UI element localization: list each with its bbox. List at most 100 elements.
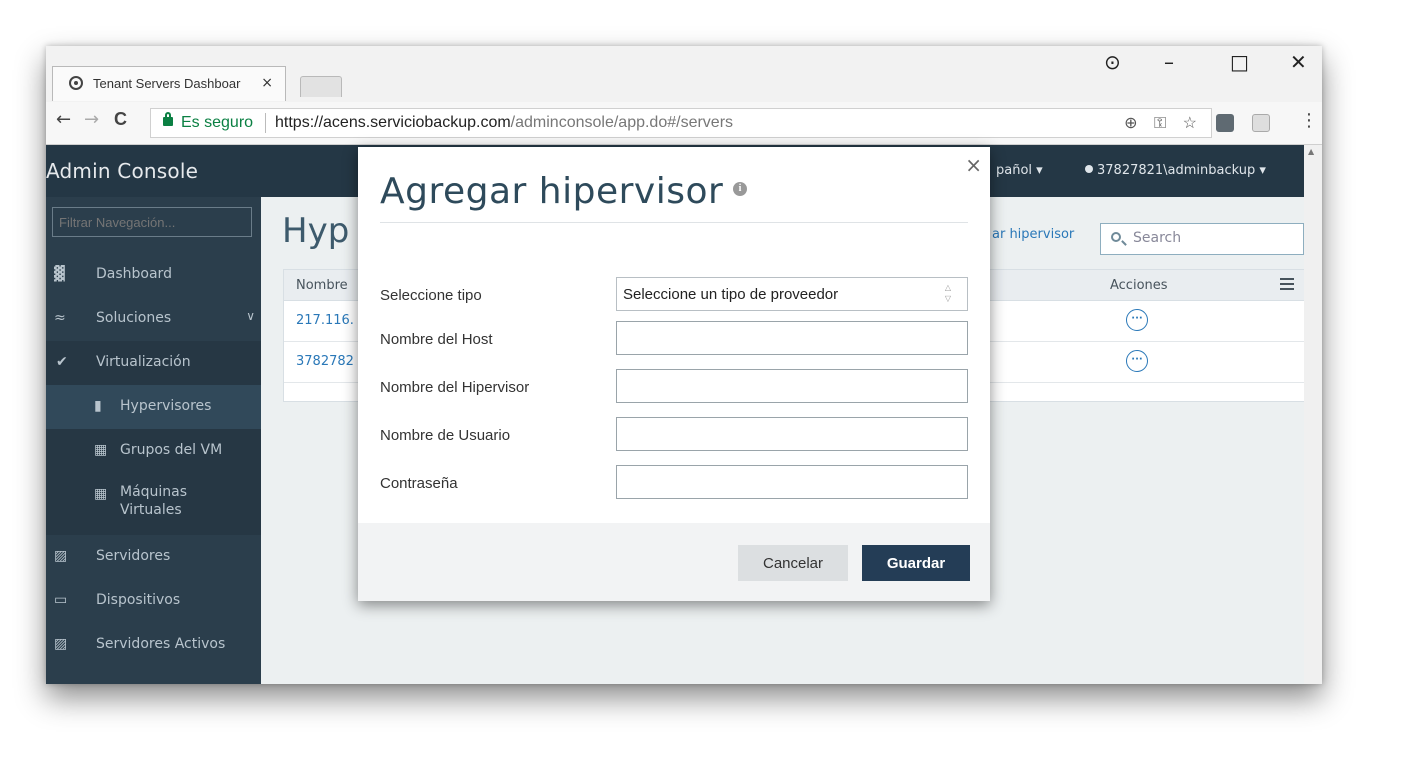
address-toolbar: ← → C Es seguro https://acens.servicioba… bbox=[46, 102, 1322, 145]
more-actions-icon[interactable]: ··· bbox=[1126, 309, 1148, 331]
tab-strip: Tenant Servers Dashboar × ⊙ – □ ✕ bbox=[46, 46, 1322, 102]
omnibox-icons[interactable]: ⊕ ⚿ ☆ bbox=[1124, 113, 1203, 133]
sidebar-item-virtualizacion[interactable]: ✔ Virtualización bbox=[46, 341, 261, 385]
site-favicon-icon bbox=[69, 76, 83, 90]
field-label: Nombre del Hipervisor bbox=[380, 379, 530, 396]
dialog-title: Agregar hipervisor i bbox=[380, 171, 748, 212]
user-name: 37827821\adminbackup ▾ bbox=[1097, 163, 1266, 178]
field-label: Seleccione tipo bbox=[380, 287, 482, 304]
sidebar-item-servidores[interactable]: ▨ Servidores bbox=[46, 535, 261, 579]
sidebar-item-label: Grupos del VM bbox=[120, 442, 223, 458]
close-icon[interactable]: × bbox=[965, 153, 982, 177]
filter-navigation-input[interactable] bbox=[52, 207, 252, 237]
field-username: Nombre de Usuario bbox=[380, 417, 968, 453]
column-menu-icon[interactable] bbox=[1280, 278, 1294, 290]
dashboard-icon: ▓ bbox=[54, 266, 65, 282]
username-input[interactable] bbox=[616, 417, 968, 451]
sidebar-item-dispositivos[interactable]: ▭ Dispositivos bbox=[46, 579, 261, 623]
browser-menu-icon[interactable]: ⋮ bbox=[1300, 110, 1318, 131]
field-host: Nombre del Host bbox=[380, 321, 968, 357]
pocket-extension-icon[interactable] bbox=[1252, 114, 1270, 132]
search-placeholder: Search bbox=[1133, 230, 1182, 246]
column-header-actions: Acciones bbox=[1110, 278, 1168, 293]
tab-title: Tenant Servers Dashboar bbox=[93, 76, 241, 91]
lock-icon bbox=[163, 112, 173, 126]
select-value: Seleccione un tipo de proveedor bbox=[623, 286, 839, 303]
vm-icon: ▦ bbox=[94, 486, 108, 502]
servers-icon: ▨ bbox=[54, 548, 68, 564]
sidebar-item-label: Soluciones bbox=[96, 310, 172, 326]
field-label: Contraseña bbox=[380, 475, 458, 492]
language-selector[interactable]: pañol ▾ bbox=[996, 163, 1043, 178]
field-password: Contraseña bbox=[380, 465, 968, 501]
active-servers-icon: ▨ bbox=[54, 636, 68, 652]
sidebar-item-servidores-activos[interactable]: ▨ Servidores Activos bbox=[46, 623, 261, 667]
sidebar-item-label: Dispositivos bbox=[96, 592, 181, 608]
new-tab-button[interactable] bbox=[300, 76, 342, 97]
column-header-name[interactable]: Nombre bbox=[296, 278, 348, 293]
vm-group-icon: ▦ bbox=[94, 442, 108, 458]
sidebar-item-label: Virtualización bbox=[96, 354, 191, 370]
password-input[interactable] bbox=[616, 465, 968, 499]
hypervisor-name-input[interactable] bbox=[616, 369, 968, 403]
field-hypervisor-name: Nombre del Hipervisor bbox=[380, 369, 968, 405]
back-icon[interactable]: ← bbox=[56, 109, 71, 130]
chevron-down-icon: ∨ bbox=[246, 309, 255, 323]
add-hypervisor-link[interactable]: ar hipervisor bbox=[992, 227, 1074, 242]
sidebar: ▓ Dashboard ≈ Soluciones ∨ ✔ Virtualizac… bbox=[46, 197, 261, 684]
browser-tab[interactable]: Tenant Servers Dashboar × bbox=[52, 66, 286, 101]
close-window-icon[interactable]: ✕ bbox=[1290, 50, 1307, 74]
sidebar-item-dashboard[interactable]: ▓ Dashboard bbox=[46, 253, 261, 297]
search-icon bbox=[1111, 232, 1121, 242]
user-menu[interactable]: 37827821\adminbackup ▾ bbox=[1085, 163, 1266, 178]
sidebar-item-grupos-vm[interactable]: ▦ Grupos del VM bbox=[46, 429, 261, 473]
account-icon[interactable]: ⊙ bbox=[1104, 50, 1121, 74]
info-icon[interactable]: i bbox=[733, 182, 748, 196]
minimize-icon[interactable]: – bbox=[1164, 50, 1174, 74]
divider bbox=[380, 222, 968, 223]
provider-type-select[interactable]: Seleccione un tipo de proveedor △ ▽ bbox=[616, 277, 968, 311]
layers-icon: ≈ bbox=[54, 310, 66, 326]
host-name-input[interactable] bbox=[616, 321, 968, 355]
sidebar-item-label: Servidores Activos bbox=[96, 636, 226, 652]
field-label: Nombre del Host bbox=[380, 331, 493, 348]
more-actions-icon[interactable]: ··· bbox=[1126, 350, 1148, 372]
url-path: /adminconsole/app.do#/servers bbox=[510, 114, 734, 131]
cancel-button[interactable]: Cancelar bbox=[738, 545, 848, 581]
sidebar-item-maquinas-virtuales[interactable]: ▦ Máquinas Virtuales bbox=[46, 473, 261, 535]
sidebar-item-soluciones[interactable]: ≈ Soluciones ∨ bbox=[46, 297, 261, 341]
save-button[interactable]: Guardar bbox=[862, 545, 970, 581]
field-type: Seleccione tipo Seleccione un tipo de pr… bbox=[380, 277, 968, 313]
url-separator bbox=[265, 113, 266, 133]
chevron-down-icon: ✔ bbox=[56, 354, 68, 370]
url-bar[interactable]: Es seguro https://acens.serviciobackup.c… bbox=[150, 108, 1212, 138]
row-name-link[interactable]: 3782782 bbox=[296, 354, 354, 369]
forward-icon[interactable]: → bbox=[84, 109, 99, 130]
maximize-icon[interactable]: □ bbox=[1230, 50, 1249, 74]
sidebar-item-label: Máquinas Virtuales bbox=[120, 484, 188, 518]
select-arrows-icon: △ ▽ bbox=[944, 283, 951, 303]
sidebar-item-label: Hypervisores bbox=[120, 398, 212, 414]
url-text: https://acens.serviciobackup.com/adminco… bbox=[275, 114, 733, 132]
secure-label: Es seguro bbox=[181, 114, 254, 131]
server-icon: ▮ bbox=[94, 398, 102, 414]
dialog-title-text: Agregar hipervisor bbox=[380, 171, 724, 212]
app-brand: Admin Console bbox=[46, 159, 199, 183]
search-box[interactable]: Search bbox=[1100, 223, 1304, 255]
reload-icon[interactable]: C bbox=[114, 109, 127, 130]
dialog-footer: Cancelar Guardar bbox=[358, 523, 990, 601]
user-icon bbox=[1085, 165, 1093, 173]
laptop-icon: ▭ bbox=[54, 592, 68, 608]
add-hypervisor-dialog: × Agregar hipervisor i Seleccione tipo Se… bbox=[358, 147, 990, 601]
tab-close-icon[interactable]: × bbox=[261, 75, 273, 91]
field-label: Nombre de Usuario bbox=[380, 427, 511, 444]
page-title: Hyp bbox=[282, 211, 350, 251]
browser-window: Tenant Servers Dashboar × ⊙ – □ ✕ ← → C … bbox=[46, 46, 1322, 684]
scrollbar[interactable] bbox=[1304, 145, 1322, 684]
url-host: https://acens.serviciobackup.com bbox=[275, 114, 511, 131]
sidebar-item-hypervisores[interactable]: ▮ Hypervisores bbox=[46, 385, 261, 429]
row-name-link[interactable]: 217.116. bbox=[296, 313, 354, 328]
sidebar-item-label: Dashboard bbox=[96, 266, 172, 282]
sidebar-item-label: Servidores bbox=[96, 548, 171, 564]
extension-icon[interactable] bbox=[1216, 114, 1234, 132]
